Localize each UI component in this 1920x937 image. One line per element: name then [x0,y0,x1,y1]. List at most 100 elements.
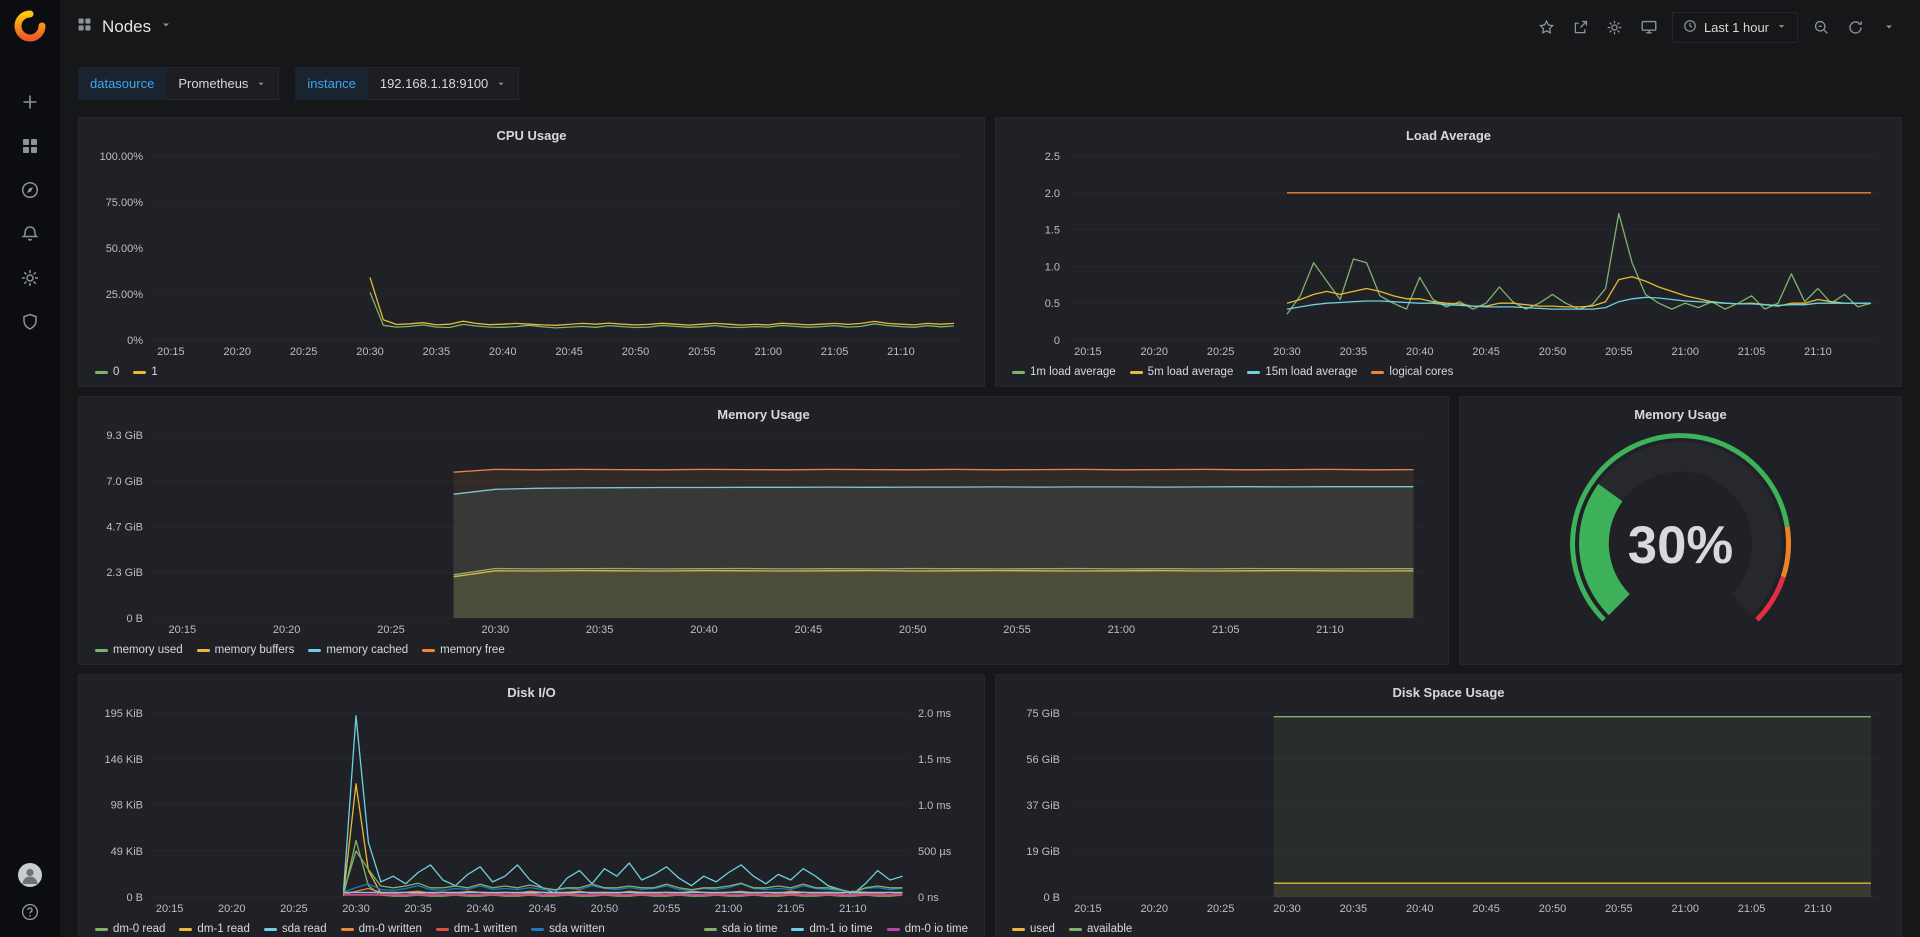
datasource-dropdown[interactable]: Prometheus [166,67,279,100]
sidebar-item-configuration[interactable] [0,258,60,302]
dashboard-title[interactable]: Nodes [102,17,151,37]
sidebar-item-create[interactable] [0,82,60,126]
legend-series-marker [1130,371,1143,374]
legend-item[interactable]: memory cached [308,644,408,656]
legend-series-marker [197,649,210,652]
panel-title[interactable]: Disk Space Usage [1004,679,1893,705]
datasource-value: Prometheus [178,76,248,91]
variable-datasource: datasource Prometheus [78,67,279,100]
legend-item[interactable]: 0 [95,366,119,378]
cpu-usage-chart[interactable]: 0%25.00%50.00%75.00%100.00%20:1520:2020:… [87,148,976,360]
legend-item[interactable]: 1 [133,366,157,378]
panel-load-average: Load Average 00.51.01.52.02.520:1520:202… [995,117,1902,387]
legend-series-marker [1371,371,1384,374]
svg-text:146 KiB: 146 KiB [104,754,143,766]
navbar: Nodes Last 1 hour [60,0,1920,54]
legend-item[interactable]: logical cores [1371,366,1453,378]
svg-text:0: 0 [1054,335,1060,347]
svg-text:20:50: 20:50 [591,903,619,915]
svg-text:20:55: 20:55 [653,903,681,915]
legend-series-marker [133,371,146,374]
legend-item[interactable]: dm-1 written [436,923,517,935]
legend-item[interactable]: sda io time [704,923,778,935]
user-avatar[interactable] [18,863,42,887]
legend-series-marker [95,649,108,652]
panel-title[interactable]: Disk I/O [87,679,976,705]
legend-series-label: sda read [282,923,327,935]
help-button[interactable] [0,901,60,927]
instance-dropdown[interactable]: 192.168.1.18:9100 [368,67,519,100]
caret-down-icon[interactable] [160,18,172,36]
cycle-view-button[interactable] [1634,11,1664,43]
legend-series-label: logical cores [1389,366,1453,378]
legend-item[interactable]: used [1012,923,1055,935]
legend-item[interactable]: memory used [95,644,183,656]
disk-io-chart[interactable]: 0 B49 KiB98 KiB146 KiB195 KiB0 ns500 µs1… [87,705,976,917]
star-button[interactable] [1532,11,1562,43]
svg-text:1.5: 1.5 [1045,225,1060,237]
refresh-button[interactable] [1840,11,1870,43]
legend-series-label: dm-0 written [359,923,422,935]
time-picker[interactable]: Last 1 hour [1672,12,1798,43]
panel-title[interactable]: CPU Usage [87,122,976,148]
disk-space-chart[interactable]: 0 B19 GiB37 GiB56 GiB75 GiB20:1520:2020:… [1004,705,1893,917]
refresh-interval-dropdown[interactable] [1874,11,1904,43]
svg-text:0 B: 0 B [1043,892,1060,904]
zoom-out-button[interactable] [1806,11,1836,43]
memory-usage-chart[interactable]: 0 B2.3 GiB4.7 GiB7.0 GiB9.3 GiB20:1520:2… [87,427,1440,638]
sidebar-item-dashboards[interactable] [0,126,60,170]
avatar-image [18,863,42,887]
variables-row: datasource Prometheus instance 192.168.1… [60,54,1920,112]
sidebar-item-alerting[interactable] [0,214,60,258]
legend-item[interactable]: 5m load average [1130,366,1234,378]
svg-text:20:30: 20:30 [356,346,384,358]
legend-item[interactable]: 1m load average [1012,366,1116,378]
grafana-logo[interactable] [13,9,47,48]
legend-series-label: available [1087,923,1132,935]
sidebar-item-explore[interactable] [0,170,60,214]
legend-item[interactable]: memory free [422,644,505,656]
legend-item[interactable]: 15m load average [1247,366,1357,378]
panel-title[interactable]: Load Average [1004,122,1893,148]
main-area: Nodes Last 1 hour datasource [60,0,1920,937]
legend-item[interactable]: sda read [264,923,327,935]
legend-item[interactable]: dm-0 io time [887,923,968,935]
dashboards-icon [20,136,40,161]
legend-series-marker [531,928,544,931]
svg-text:20:55: 20:55 [1605,346,1633,358]
svg-text:21:05: 21:05 [1212,624,1240,636]
svg-text:20:15: 20:15 [157,346,185,358]
panel-title[interactable]: Memory Usage [1468,401,1893,427]
legend-item[interactable]: dm-0 written [341,923,422,935]
dashboard-settings-button[interactable] [1600,11,1630,43]
svg-text:20:50: 20:50 [1539,346,1567,358]
legend-item[interactable]: dm-0 read [95,923,165,935]
svg-text:20:20: 20:20 [273,624,301,636]
svg-text:21:00: 21:00 [754,346,782,358]
panel-title[interactable]: Memory Usage [87,401,1440,427]
legend-item[interactable]: sda written [531,923,605,935]
panel-disk-space-usage: Disk Space Usage 0 B19 GiB37 GiB56 GiB75… [995,674,1902,937]
svg-text:195 KiB: 195 KiB [104,708,143,720]
row-2: Memory Usage 0 B2.3 GiB4.7 GiB7.0 GiB9.3… [78,396,1902,665]
svg-text:19 GiB: 19 GiB [1026,846,1060,858]
svg-text:20:25: 20:25 [1207,903,1235,915]
svg-text:21:10: 21:10 [1316,624,1344,636]
legend-item[interactable]: dm-1 read [179,923,249,935]
legend-series-marker [887,928,900,931]
legend-series-marker [791,928,804,931]
load-average-chart[interactable]: 00.51.01.52.02.520:1520:2020:2520:3020:3… [1004,148,1893,360]
legend-item[interactable]: available [1069,923,1132,935]
svg-text:20:35: 20:35 [404,903,432,915]
svg-text:20:15: 20:15 [1074,903,1102,915]
caret-down-icon [1776,20,1787,35]
legend-series-marker [1247,371,1260,374]
svg-text:500 µs: 500 µs [918,846,952,858]
svg-text:21:00: 21:00 [1671,903,1699,915]
sidebar-item-server-admin[interactable] [0,302,60,346]
legend-item[interactable]: memory buffers [197,644,295,656]
legend-item[interactable]: dm-1 io time [791,923,872,935]
legend-series-label: dm-0 read [113,923,165,935]
legend-series-label: memory used [113,644,183,656]
share-button[interactable] [1566,11,1596,43]
